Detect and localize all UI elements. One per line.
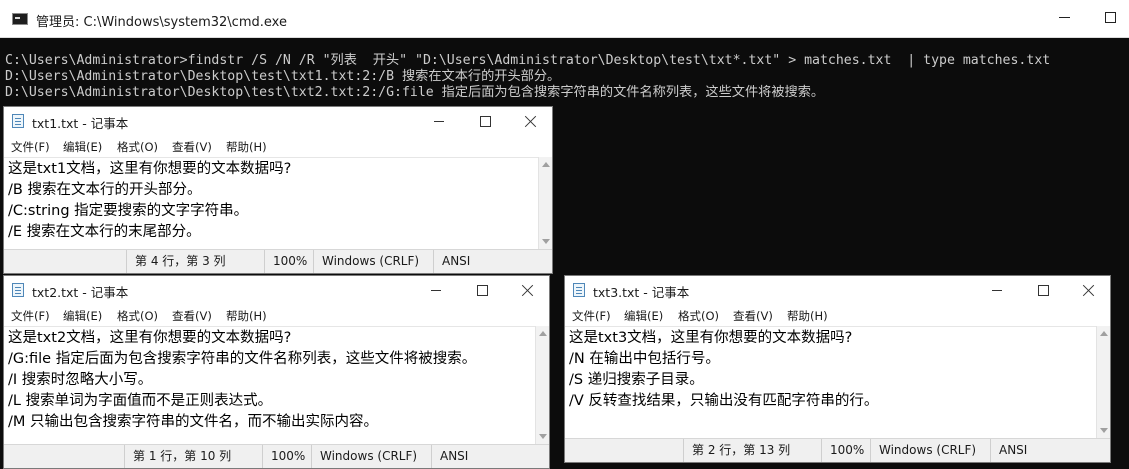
text-line: 这是txt2文档，这里有你想要的文本数据吗? — [8, 330, 292, 346]
text-line: /S 递归搜索子目录。 — [569, 372, 704, 388]
status-bar: 第 1 行，第 10 列 100% Windows (CRLF) ANSI — [4, 444, 549, 468]
maximize-icon[interactable] — [1023, 277, 1063, 303]
maximize-icon[interactable] — [465, 108, 505, 134]
notepad-titlebar[interactable]: txt2.txt - 记事本 — [4, 276, 549, 304]
scroll-down-icon[interactable] — [542, 239, 550, 244]
vertical-scrollbar[interactable] — [1096, 326, 1110, 438]
vertical-scrollbar[interactable] — [535, 326, 549, 444]
maximize-icon[interactable] — [1096, 4, 1126, 30]
notepad-titlebar[interactable]: txt1.txt - 记事本 — [4, 107, 552, 135]
menu-file[interactable]: 文件(F) — [572, 308, 611, 324]
notepad-title: txt1.txt - 记事本 — [32, 116, 129, 131]
text-editor[interactable]: 这是txt1文档，这里有你想要的文本数据吗? /B 搜索在文本行的开头部分。 /… — [4, 157, 538, 249]
menu-bar: 文件(F) 编辑(E) 格式(O) 查看(V) 帮助(H) — [565, 304, 1110, 326]
cmd-titlebar[interactable]: 管理员: C:\Windows\system32\cmd.exe — [0, 0, 1129, 38]
text-line: /E 搜索在文本行的末尾部分。 — [8, 224, 201, 240]
menu-view[interactable]: 查看(V) — [172, 139, 212, 155]
text-line: /C:string 指定要搜索的文字字符串。 — [8, 203, 249, 219]
cmd-output-line: D:\Users\Administrator\Desktop\test\txt1… — [5, 69, 561, 84]
scroll-up-icon[interactable] — [539, 331, 547, 336]
status-line-ending: Windows (CRLF) — [311, 445, 417, 468]
notepad-window-txt1: txt1.txt - 记事本 文件(F) 编辑(E) 格式(O) 查看(V) 帮… — [3, 106, 553, 274]
menu-format[interactable]: 格式(O) — [678, 308, 719, 324]
notepad-icon — [573, 283, 585, 297]
text-line: 这是txt1文档，这里有你想要的文本数据吗? — [8, 161, 292, 177]
text-line: 这是txt3文档，这里有你想要的文本数据吗? — [569, 330, 853, 346]
menu-edit[interactable]: 编辑(E) — [624, 308, 663, 324]
menu-help[interactable]: 帮助(H) — [787, 308, 828, 324]
status-line-ending: Windows (CRLF) — [313, 250, 419, 273]
minimize-icon[interactable] — [419, 108, 459, 134]
cmd-window-title: 管理员: C:\Windows\system32\cmd.exe — [36, 15, 287, 30]
text-editor[interactable]: 这是txt2文档，这里有你想要的文本数据吗? /G:file 指定后面为包含搜索… — [4, 326, 535, 444]
notepad-title: txt3.txt - 记事本 — [593, 285, 690, 300]
notepad-title: txt2.txt - 记事本 — [32, 285, 129, 300]
status-cursor-position: 第 2 行，第 13 列 — [683, 439, 790, 462]
minimize-icon[interactable] — [1050, 4, 1080, 30]
text-line: /L 搜索单词为字面值而不是正则表达式。 — [8, 393, 273, 409]
status-encoding: ANSI — [990, 439, 1027, 462]
minimize-icon[interactable] — [416, 277, 456, 303]
status-zoom: 100% — [821, 439, 864, 462]
menu-file[interactable]: 文件(F) — [11, 308, 50, 324]
text-line: /V 反转查找结果，只输出没有匹配字符串的行。 — [569, 393, 879, 409]
scroll-up-icon[interactable] — [542, 162, 550, 167]
status-bar: 第 4 行，第 3 列 100% Windows (CRLF) ANSI — [4, 249, 552, 273]
notepad-icon — [12, 283, 24, 297]
menu-file[interactable]: 文件(F) — [11, 139, 50, 155]
notepad-icon — [12, 114, 24, 128]
notepad-window-txt2: txt2.txt - 记事本 文件(F) 编辑(E) 格式(O) 查看(V) 帮… — [3, 275, 550, 469]
scroll-down-icon[interactable] — [539, 434, 547, 439]
scroll-down-icon[interactable] — [1100, 428, 1108, 433]
menu-view[interactable]: 查看(V) — [172, 308, 212, 324]
menu-format[interactable]: 格式(O) — [117, 308, 158, 324]
notepad-titlebar[interactable]: txt3.txt - 记事本 — [565, 276, 1110, 304]
minimize-icon[interactable] — [977, 277, 1017, 303]
text-editor[interactable]: 这是txt3文档，这里有你想要的文本数据吗? /N 在输出中包括行号。 /S 递… — [565, 326, 1096, 438]
status-line-ending: Windows (CRLF) — [870, 439, 976, 462]
menu-bar: 文件(F) 编辑(E) 格式(O) 查看(V) 帮助(H) — [4, 304, 549, 326]
scroll-up-icon[interactable] — [1100, 331, 1108, 336]
menu-bar: 文件(F) 编辑(E) 格式(O) 查看(V) 帮助(H) — [4, 135, 552, 157]
close-icon[interactable] — [511, 108, 551, 134]
cmd-output-line: D:\Users\Administrator\Desktop\test\txt2… — [5, 85, 825, 100]
menu-help[interactable]: 帮助(H) — [226, 308, 267, 324]
notepad-window-txt3: txt3.txt - 记事本 文件(F) 编辑(E) 格式(O) 查看(V) 帮… — [564, 275, 1111, 463]
status-cursor-position: 第 4 行，第 3 列 — [126, 250, 226, 273]
vertical-scrollbar[interactable] — [538, 157, 552, 249]
text-line: /N 在输出中包括行号。 — [569, 351, 720, 367]
status-encoding: ANSI — [433, 250, 470, 273]
text-line: /M 只输出包含搜索字符串的文件名，而不输出实际内容。 — [8, 414, 379, 430]
status-zoom: 100% — [264, 250, 307, 273]
status-cursor-position: 第 1 行，第 10 列 — [124, 445, 231, 468]
status-bar: 第 2 行，第 13 列 100% Windows (CRLF) ANSI — [565, 438, 1110, 462]
maximize-icon[interactable] — [462, 277, 502, 303]
menu-help[interactable]: 帮助(H) — [226, 139, 267, 155]
menu-edit[interactable]: 编辑(E) — [63, 139, 102, 155]
menu-view[interactable]: 查看(V) — [733, 308, 773, 324]
status-encoding: ANSI — [431, 445, 468, 468]
close-icon[interactable] — [1069, 277, 1109, 303]
close-icon[interactable] — [508, 277, 548, 303]
text-line: /G:file 指定后面为包含搜索字符串的文件名称列表，这些文件将被搜索。 — [8, 351, 477, 367]
cmd-output-line: C:\Users\Administrator>findstr /S /N /R … — [5, 53, 1051, 68]
menu-edit[interactable]: 编辑(E) — [63, 308, 102, 324]
console-icon — [12, 13, 28, 25]
menu-format[interactable]: 格式(O) — [117, 139, 158, 155]
status-zoom: 100% — [262, 445, 305, 468]
text-line: /I 搜索时忽略大小写。 — [8, 372, 153, 388]
text-line: /B 搜索在文本行的开头部分。 — [8, 182, 202, 198]
